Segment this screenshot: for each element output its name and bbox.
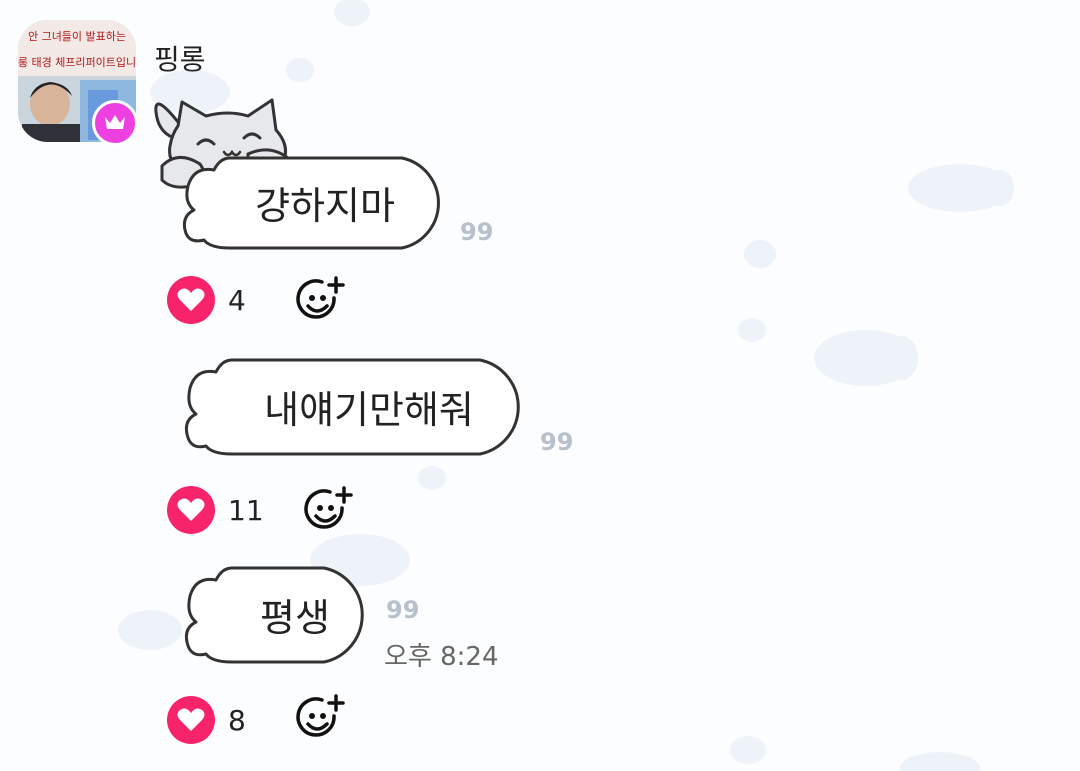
heart-icon (177, 708, 205, 731)
read-count: 99 (460, 218, 494, 246)
add-reaction-icon (296, 694, 345, 737)
crown-badge (92, 100, 138, 146)
message-timestamp: 오후 8:24 (384, 642, 499, 672)
like-count: 11 (228, 494, 264, 527)
like-count: 8 (228, 704, 246, 737)
crown-icon (105, 115, 125, 129)
sender-name[interactable]: 핑롱 (154, 38, 206, 78)
add-reaction-button[interactable] (290, 688, 350, 748)
read-count: 99 (386, 596, 420, 624)
message-text: 내얘기만해줘 (264, 387, 474, 432)
message-text: 평생 (260, 595, 330, 640)
add-reaction-button[interactable] (290, 270, 350, 330)
like-button[interactable] (167, 696, 215, 744)
message-bubble[interactable]: 내얘기만해줘 (184, 358, 530, 458)
read-count: 99 (540, 428, 574, 456)
add-reaction-icon (304, 486, 353, 529)
like-button[interactable] (167, 486, 215, 534)
add-reaction-button[interactable] (298, 480, 358, 540)
message-text: 걍하지마 (255, 183, 395, 228)
heart-icon (177, 498, 205, 521)
avatar-caption-line-2: 핑롱 태경 체프리퍼이트입니다 (18, 56, 136, 69)
heart-icon (177, 288, 205, 311)
add-reaction-icon (296, 276, 345, 319)
avatar-caption-line-1: 안 그녀들이 발표하는 (28, 29, 126, 43)
like-button[interactable] (167, 276, 215, 324)
message-bubble[interactable]: 평생 (184, 566, 374, 666)
message-bubble[interactable]: 걍하지마 (182, 156, 452, 252)
like-count: 4 (228, 284, 246, 317)
